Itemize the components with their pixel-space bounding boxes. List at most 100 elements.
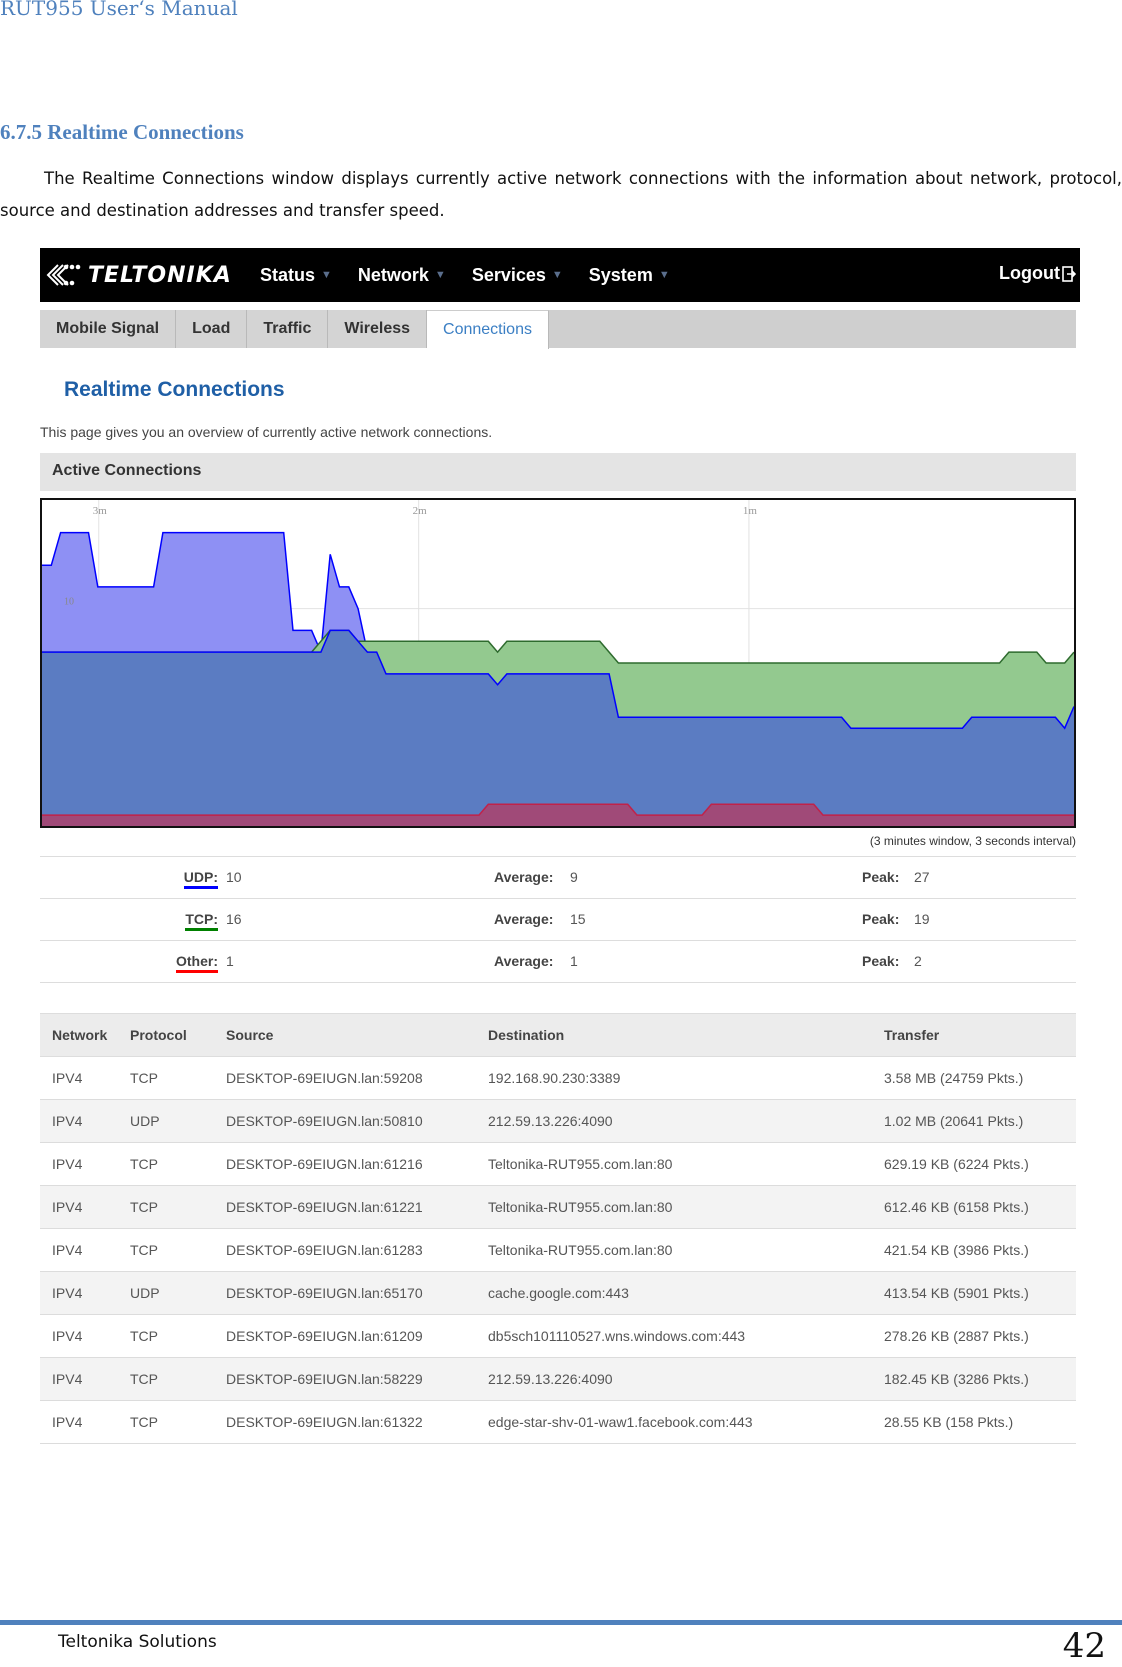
- cell-network: IPV4: [40, 1314, 118, 1358]
- caret-down-icon: ▼: [658, 269, 670, 281]
- x-tick-label: 1m: [743, 505, 758, 517]
- peak-label: Peak:: [862, 953, 900, 969]
- tab-traffic[interactable]: Traffic: [247, 310, 329, 348]
- tab-mobile-signal[interactable]: Mobile Signal: [40, 310, 177, 348]
- table-row: IPV4 TCP DESKTOP-69EIUGN.lan:61221 Teltonik…: [40, 1185, 1076, 1229]
- cell-network: IPV4: [40, 1228, 118, 1272]
- cell-protocol: TCP: [118, 1357, 214, 1401]
- cell-transfer: 612.46 KB (6158 Pkts.): [872, 1185, 1076, 1229]
- page-number: 42: [1062, 1626, 1106, 1666]
- column-header-protocol: Protocol: [118, 1013, 214, 1057]
- cell-network: IPV4: [40, 1142, 118, 1186]
- connections-graph: 3m 2m 1m 10: [40, 498, 1076, 828]
- cell-source: DESKTOP-69EIUGN.lan:61221: [214, 1185, 476, 1229]
- table-header-row: Network Protocol Source Destination Tran…: [40, 1013, 1076, 1057]
- table-row: IPV4 TCP DESKTOP-69EIUGN.lan:59208 192.168.…: [40, 1056, 1076, 1100]
- cell-source: DESKTOP-69EIUGN.lan:61216: [214, 1142, 476, 1186]
- cell-destination: 212.59.13.226:4090: [476, 1357, 872, 1401]
- logo-text: TELTONIKA: [88, 262, 232, 288]
- cell-network: IPV4: [40, 1185, 118, 1229]
- caret-down-icon: ▼: [321, 269, 332, 281]
- peak-value: 2: [914, 953, 922, 969]
- cell-destination: 212.59.13.226:4090: [476, 1099, 872, 1143]
- table-row: IPV4 TCP DESKTOP-69EIUGN.lan:61283 Teltonik…: [40, 1228, 1076, 1272]
- cell-transfer: 3.58 MB (24759 Pkts.): [872, 1056, 1076, 1100]
- stat-name: TCP:: [185, 911, 218, 931]
- intro-paragraph: The Realtime Connections window displays…: [0, 163, 1122, 227]
- cell-destination: 192.168.90.230:3389: [476, 1056, 872, 1100]
- cell-protocol: TCP: [118, 1142, 214, 1186]
- average-label: Average:: [494, 953, 554, 969]
- stat-name: Other:: [176, 953, 218, 973]
- column-header-destination: Destination: [476, 1013, 872, 1057]
- stat-row-udp: UDP: 10 Average: 9 Peak: 27: [40, 856, 1076, 898]
- table-row: IPV4 TCP DESKTOP-69EIUGN.lan:61216 Teltonik…: [40, 1142, 1076, 1186]
- cell-network: IPV4: [40, 1099, 118, 1143]
- cell-source: DESKTOP-69EIUGN.lan:59208: [214, 1056, 476, 1100]
- cell-destination: edge-star-shv-01-waw1.facebook.com:443: [476, 1400, 872, 1444]
- average-label: Average:: [494, 869, 554, 885]
- column-header-transfer: Transfer: [872, 1013, 1076, 1057]
- stat-row-other: Other: 1 Average: 1 Peak: 2: [40, 940, 1076, 983]
- logout-icon: [1062, 265, 1076, 282]
- menu-status[interactable]: Status ▼: [260, 265, 332, 286]
- average-value: 9: [570, 869, 578, 885]
- table-row: IPV4 TCP DESKTOP-69EIUGN.lan:61209 db5sch10…: [40, 1314, 1076, 1358]
- footer-divider: [0, 1620, 1122, 1625]
- table-row: IPV4 UDP DESKTOP-69EIUGN.lan:50810 212.59.1…: [40, 1099, 1076, 1143]
- section-title: Realtime Connections: [47, 120, 244, 144]
- tab-connections[interactable]: Connections: [427, 310, 549, 349]
- y-tick-label: 10: [64, 597, 74, 608]
- menu-services[interactable]: Services ▼: [472, 265, 563, 286]
- logout-button[interactable]: Logout: [999, 263, 1076, 284]
- cell-network: IPV4: [40, 1056, 118, 1100]
- cell-protocol: TCP: [118, 1056, 214, 1100]
- cell-source: DESKTOP-69EIUGN.lan:61209: [214, 1314, 476, 1358]
- cell-destination: cache.google.com:443: [476, 1271, 872, 1315]
- cell-transfer: 1.02 MB (20641 Pkts.): [872, 1099, 1076, 1143]
- cell-transfer: 629.19 KB (6224 Pkts.): [872, 1142, 1076, 1186]
- cell-transfer: 413.54 KB (5901 Pkts.): [872, 1271, 1076, 1315]
- udp-label: UDP:: [183, 869, 218, 889]
- connections-table-body: IPV4 TCP DESKTOP-69EIUGN.lan:59208 192.168.…: [40, 1056, 1076, 1444]
- cell-source: DESKTOP-69EIUGN.lan:61322: [214, 1400, 476, 1444]
- cell-transfer: 182.45 KB (3286 Pkts.): [872, 1357, 1076, 1401]
- stat-name: UDP:: [183, 869, 218, 889]
- connections-table: Network Protocol Source Destination Tran…: [40, 1013, 1076, 1444]
- cell-protocol: TCP: [118, 1228, 214, 1272]
- menu-system[interactable]: System ▼: [589, 265, 670, 286]
- cell-source: DESKTOP-69EIUGN.lan:58229: [214, 1357, 476, 1401]
- column-header-network: Network: [40, 1013, 118, 1057]
- cell-protocol: TCP: [118, 1185, 214, 1229]
- average-label: Average:: [494, 911, 554, 927]
- stat-value: 16: [226, 911, 242, 927]
- cell-source: DESKTOP-69EIUGN.lan:50810: [214, 1099, 476, 1143]
- menu-label: System: [588, 264, 653, 285]
- menu-network[interactable]: Network ▼: [358, 265, 446, 286]
- cell-protocol: UDP: [118, 1099, 214, 1143]
- section-heading: 6.7.5 Realtime Connections: [0, 120, 244, 145]
- footer-company: Teltonika Solutions: [58, 1632, 217, 1652]
- peak-label: Peak:: [862, 869, 900, 885]
- table-row: IPV4 TCP DESKTOP-69EIUGN.lan:61322 edge-sta…: [40, 1400, 1076, 1444]
- intro-text: The Realtime Connections window displays…: [0, 169, 1122, 220]
- column-header-source: Source: [214, 1013, 476, 1057]
- tab-load[interactable]: Load: [176, 310, 248, 348]
- teltonika-logo[interactable]: TELTONIKA: [46, 261, 232, 289]
- section-header-label: Active Connections: [52, 462, 202, 479]
- logout-label: Logout: [999, 263, 1060, 283]
- menu-label: Status: [260, 264, 316, 285]
- stat-value: 10: [226, 869, 242, 885]
- connection-stats: UDP: 10 Average: 9 Peak: 27 TCP: 16 Aver…: [40, 856, 1076, 983]
- document-header: RUT955 User‘s Manual: [0, 0, 238, 20]
- peak-value: 27: [914, 869, 930, 885]
- tab-wireless[interactable]: Wireless: [328, 310, 428, 348]
- cell-protocol: TCP: [118, 1400, 214, 1444]
- cell-transfer: 28.55 KB (158 Pkts.): [872, 1400, 1076, 1444]
- top-navbar: TELTONIKA Status ▼ Network ▼ Services ▼ Sys…: [40, 248, 1080, 302]
- table-row: IPV4 TCP DESKTOP-69EIUGN.lan:58229 212.59.1…: [40, 1357, 1076, 1401]
- cell-network: IPV4: [40, 1400, 118, 1444]
- page-description: This page gives you an overview of curre…: [40, 424, 493, 440]
- cell-network: IPV4: [40, 1357, 118, 1401]
- average-value: 1: [570, 953, 578, 969]
